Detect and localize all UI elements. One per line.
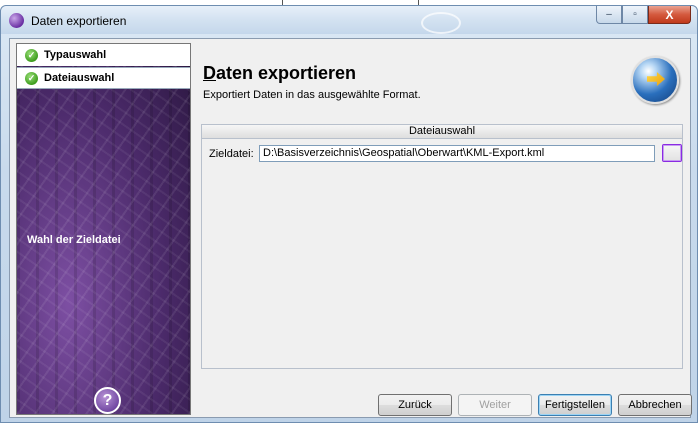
dialog-body: ✓ Typauswahl ✓ Dateiauswahl Wahl der Zie… — [9, 38, 692, 418]
back-button[interactable]: Zurück — [378, 394, 452, 416]
close-button[interactable]: X — [648, 6, 691, 24]
title-rest: aten exportieren — [216, 63, 357, 83]
browse-button[interactable] — [662, 144, 682, 162]
minimize-button[interactable]: – — [596, 6, 622, 24]
group-header: Dateiauswahl — [202, 125, 682, 139]
title-mnemonic: D — [203, 63, 216, 83]
export-dialog: Daten exportieren – ▫ X ✓ Typauswahl ✓ D… — [0, 5, 698, 423]
window-title: Daten exportieren — [31, 14, 127, 28]
step-typauswahl[interactable]: ✓ Typauswahl — [17, 44, 190, 66]
target-file-label: Zieldatei: — [209, 147, 254, 160]
cancel-button[interactable]: Abbrechen — [618, 394, 692, 416]
wizard-sidebar: ✓ Typauswahl ✓ Dateiauswahl Wahl der Zie… — [16, 43, 191, 415]
page-title: Daten exportieren — [203, 63, 356, 84]
step-dateiauswahl[interactable]: ✓ Dateiauswahl — [17, 67, 190, 89]
maximize-button[interactable]: ▫ — [622, 6, 648, 24]
checkmark-icon: ✓ — [25, 48, 38, 62]
help-button[interactable]: ? — [94, 387, 121, 414]
page-subtitle: Exportiert Daten in das ausgewählte Form… — [203, 89, 421, 101]
target-file-input[interactable]: D:\Basisverzeichnis\Geospatial\Oberwart\… — [259, 145, 655, 162]
finish-button[interactable]: Fertigstellen — [538, 394, 612, 416]
checkmark-icon: ✓ — [25, 71, 38, 85]
step-label: Dateiauswahl — [44, 72, 115, 84]
target-file-row: Zieldatei: D:\Basisverzeichnis\Geospatia… — [209, 145, 655, 162]
next-button[interactable]: Weiter — [458, 394, 532, 416]
window-controls: – ▫ X — [596, 6, 691, 24]
title-bar[interactable]: Daten exportieren – ▫ X — [1, 6, 697, 34]
glass-decoration — [421, 12, 461, 34]
step-caption: Wahl der Zieldatei — [27, 234, 121, 246]
app-icon — [9, 13, 24, 28]
step-label: Typauswahl — [44, 49, 107, 61]
file-selection-group: Dateiauswahl Zieldatei: D:\Basisverzeich… — [201, 124, 683, 369]
